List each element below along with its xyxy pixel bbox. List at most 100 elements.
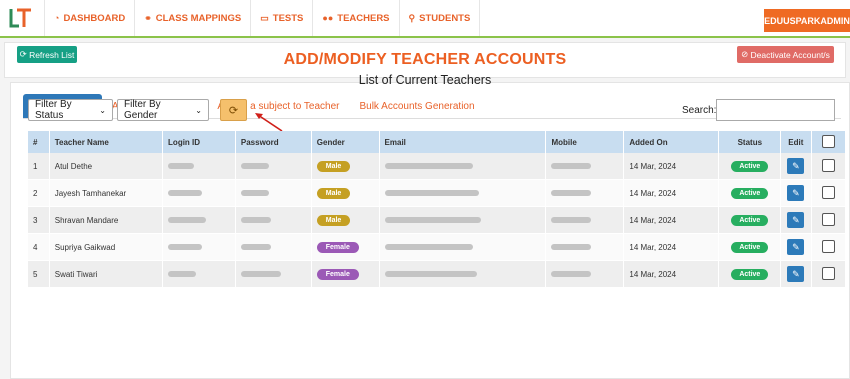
password-redacted xyxy=(235,260,312,288)
teacher-name: Shravan Mandare xyxy=(49,206,164,234)
column-header-status[interactable]: Status xyxy=(718,131,782,153)
row-checkbox[interactable] xyxy=(821,158,835,172)
search-label: Search: xyxy=(682,105,717,116)
row-checkbox[interactable] xyxy=(821,212,835,226)
login-id-redacted xyxy=(162,153,236,180)
column-header-email[interactable]: Email xyxy=(379,131,547,153)
gender-badge: Female xyxy=(316,241,359,253)
column-header-mobile[interactable]: Mobile xyxy=(545,131,625,153)
added-on: 14 Mar, 2024 xyxy=(623,260,720,288)
email-redacted xyxy=(379,233,547,261)
added-on: 14 Mar, 2024 xyxy=(623,179,720,207)
select-all-checkbox[interactable] xyxy=(821,134,835,148)
teacher-name: Supriya Gaikwad xyxy=(49,233,164,261)
teachers-table: # Teacher Name Login ID Password Gender … xyxy=(28,131,847,288)
column-header-gender[interactable]: Gender xyxy=(311,131,380,153)
row-number: 4 xyxy=(28,233,50,261)
row-checkbox[interactable] xyxy=(821,266,835,280)
search-input[interactable] xyxy=(716,99,835,121)
tab-bulk-generation[interactable]: Bulk Accounts Generation xyxy=(349,94,484,118)
table-row: 4 Supriya Gaikwad Female 14 Mar, 2024 Ac… xyxy=(28,233,847,261)
login-id-redacted xyxy=(162,179,236,207)
password-redacted xyxy=(235,206,312,234)
edit-button[interactable]: ✎ xyxy=(787,158,805,174)
password-redacted xyxy=(235,179,312,207)
nav-class-mappings[interactable]: ⚭ CLASS MAPPINGS xyxy=(135,0,252,36)
added-on: 14 Mar, 2024 xyxy=(623,153,720,180)
deactivate-accounts-button[interactable]: ⊘ Deactivate Account/s xyxy=(737,46,834,63)
laptop-icon: ▭ xyxy=(260,12,269,23)
column-header-edit: Edit xyxy=(780,131,812,153)
link-icon: ⚭ xyxy=(144,12,152,23)
edit-button[interactable]: ✎ xyxy=(787,239,805,255)
mobile-redacted xyxy=(545,179,625,207)
filter-gender-select[interactable]: Filter By Gender ⌄ xyxy=(117,99,209,121)
nav-tests[interactable]: ▭ TESTS xyxy=(251,0,314,36)
chevron-down-icon: ⌄ xyxy=(99,105,106,115)
status-badge: Active xyxy=(731,160,769,172)
row-number: 5 xyxy=(28,260,50,288)
teacher-name: Jayesh Tamhanekar xyxy=(49,179,164,207)
table-row: 5 Swati Tiwari Female 14 Mar, 2024 Activ… xyxy=(28,260,847,288)
nav-dashboard[interactable]: ◔ DASHBOARD xyxy=(44,0,136,36)
gender-badge: Male xyxy=(316,214,351,226)
row-number: 2 xyxy=(28,179,50,207)
teacher-name: Atul Dethe xyxy=(49,153,164,180)
column-header-password[interactable]: Password xyxy=(235,131,312,153)
edit-button[interactable]: ✎ xyxy=(787,212,805,228)
added-on: 14 Mar, 2024 xyxy=(623,233,720,261)
user-menu-button[interactable]: EDUUSPARKADMIN xyxy=(764,9,850,32)
edit-button[interactable]: ✎ xyxy=(787,266,805,282)
nav-teachers[interactable]: ●● TEACHERS xyxy=(313,0,400,36)
chevron-down-icon: ⌄ xyxy=(195,105,202,115)
refresh-icon: ⟳ xyxy=(19,49,30,59)
mobile-redacted xyxy=(545,233,625,261)
table-row: 2 Jayesh Tamhanekar Male 14 Mar, 2024 Ac… xyxy=(28,179,847,207)
reset-filters-button[interactable]: ⟳ xyxy=(220,99,247,121)
mobile-redacted xyxy=(545,206,625,234)
login-id-redacted xyxy=(162,233,236,261)
list-title: List of Current Teachers xyxy=(358,73,492,87)
column-header-added[interactable]: Added On xyxy=(623,131,720,153)
email-redacted xyxy=(379,260,547,288)
column-header-name[interactable]: Teacher Name xyxy=(49,131,164,153)
mobile-redacted xyxy=(545,260,625,288)
ban-icon: ⊘ xyxy=(741,49,751,59)
email-redacted xyxy=(379,206,547,234)
row-number: 3 xyxy=(28,206,50,234)
password-redacted xyxy=(235,233,312,261)
select-all-cell xyxy=(811,131,847,153)
page-title: ADD/MODIFY TEACHER ACCOUNTS xyxy=(283,51,567,68)
row-checkbox[interactable] xyxy=(821,239,835,253)
dashboard-icon: ◔ xyxy=(54,13,60,23)
gender-badge: Male xyxy=(316,187,351,199)
email-redacted xyxy=(379,153,547,180)
filter-status-select[interactable]: Filter By Status ⌄ xyxy=(28,99,113,121)
gender-badge: Female xyxy=(316,268,359,280)
password-redacted xyxy=(235,153,312,180)
brand-logo[interactable] xyxy=(8,6,34,30)
nav-students[interactable]: ⚲ STUDENTS xyxy=(400,0,481,36)
mobile-redacted xyxy=(545,153,625,180)
login-id-redacted xyxy=(162,206,236,234)
status-badge: Active xyxy=(731,187,769,199)
gender-badge: Male xyxy=(316,160,351,172)
refresh-icon: ⟳ xyxy=(228,104,239,117)
teacher-name: Swati Tiwari xyxy=(49,260,164,288)
status-badge: Active xyxy=(731,214,769,226)
refresh-list-button[interactable]: ⟳ Refresh List xyxy=(17,46,77,63)
table-row: 1 Atul Dethe Male 14 Mar, 2024 Active ✎ xyxy=(28,153,847,180)
users-icon: ●● xyxy=(322,13,334,23)
top-navbar: ◔ DASHBOARD ⚭ CLASS MAPPINGS ▭ TESTS ●● TEAC… xyxy=(0,0,850,38)
table-header-row: # Teacher Name Login ID Password Gender … xyxy=(28,131,847,153)
column-header-number[interactable]: # xyxy=(28,131,50,153)
column-header-login[interactable]: Login ID xyxy=(162,131,236,153)
status-badge: Active xyxy=(731,268,769,280)
row-number: 1 xyxy=(28,153,50,180)
row-checkbox[interactable] xyxy=(821,185,835,199)
status-badge: Active xyxy=(731,241,769,253)
email-redacted xyxy=(379,179,547,207)
login-id-redacted xyxy=(162,260,236,288)
added-on: 14 Mar, 2024 xyxy=(623,206,720,234)
edit-button[interactable]: ✎ xyxy=(787,185,805,201)
